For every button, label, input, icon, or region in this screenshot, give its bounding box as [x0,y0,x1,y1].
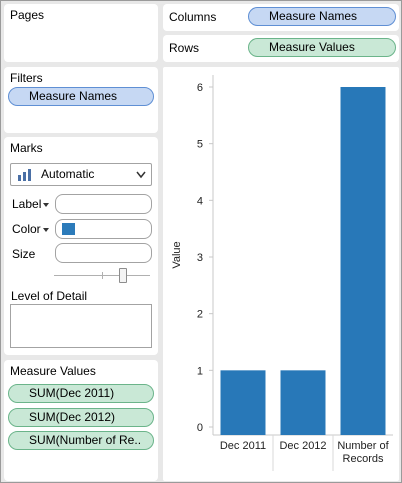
measure-value-pill[interactable]: SUM(Number of Re.. [8,431,154,450]
level-of-detail-label: Level of Detail [11,289,88,303]
workspace: Pages Columns Measure Names Rows Measure… [0,0,402,483]
measure-value-pill[interactable]: SUM(Dec 2012) [8,408,154,427]
color-caret-icon [42,227,49,232]
y-axis-title: Value [171,241,183,268]
pages-title: Pages [10,8,45,22]
filter-measure-names-pill[interactable]: Measure Names [8,87,154,106]
level-of-detail-shelf[interactable] [10,304,152,348]
x-tick-label: Dec 2011 [220,440,266,452]
x-tick-label-line: Number of [337,440,389,452]
size-slider[interactable] [54,268,150,284]
mark-type-value: Automatic [41,167,95,181]
measure-value-pill[interactable]: SUM(Dec 2011) [8,384,154,403]
filters-card: Filters Measure Names [4,67,158,133]
columns-shelf[interactable]: Columns Measure Names [163,4,399,31]
label-shelf-button[interactable]: Label [12,197,50,211]
chevron-down-icon [136,171,146,179]
color-shelf-text: Color [12,222,41,236]
marks-title: Marks [10,141,43,155]
label-shelf-field[interactable] [55,194,152,214]
bar [280,370,326,435]
pages-card: Pages [4,4,158,62]
mark-type-dropdown[interactable]: Automatic [10,163,152,186]
measure-values-card: Measure Values SUM(Dec 2011) SUM(Dec 201… [4,360,158,481]
y-tick-label: 0 [197,422,203,434]
y-tick-label: 5 [197,139,203,151]
columns-title: Columns [169,10,217,24]
size-slider-thumb[interactable] [119,268,127,283]
rows-measure-values-pill[interactable]: Measure Values [248,38,396,57]
rows-shelf[interactable]: Rows Measure Values [163,35,399,62]
measure-values-title: Measure Values [10,364,96,378]
y-tick-label: 3 [197,252,203,264]
y-tick-label: 1 [197,365,203,377]
color-swatch-icon [62,223,75,235]
size-shelf-field[interactable] [55,243,152,263]
label-shelf-text: Label [12,197,42,211]
bar-chart-icon [18,169,31,181]
bar [340,87,386,435]
bar-chart: 0 1 2 3 4 5 6 Value Dec 2011 Dec 2012 Number of Rec… [171,75,393,471]
size-label: Size [12,247,36,261]
y-tick-label: 2 [197,309,203,321]
x-tick-label: Dec 2012 [279,440,326,452]
bar [220,370,266,435]
x-tick-label-line: Dec 2012 [279,440,326,452]
size-slider-midtick [102,272,103,279]
filters-title: Filters [10,71,43,85]
columns-measure-names-pill[interactable]: Measure Names [248,7,396,26]
rows-title: Rows [169,41,200,55]
y-tick-label: 4 [197,195,203,207]
x-tick-label-line: Dec 2011 [220,440,266,452]
x-tick-label: Number of Records [337,440,389,465]
color-shelf-button[interactable]: Color [12,222,49,236]
marks-card: Marks Automatic Label Color Size Level o… [4,137,158,355]
y-tick-label: 6 [197,82,203,94]
color-shelf-field[interactable] [55,219,152,239]
chart-view: 0 1 2 3 4 5 6 Value Dec 2011 Dec 2012 Number of Rec… [163,67,399,481]
x-tick-label-line: Records [343,453,384,465]
label-caret-icon [43,202,50,207]
